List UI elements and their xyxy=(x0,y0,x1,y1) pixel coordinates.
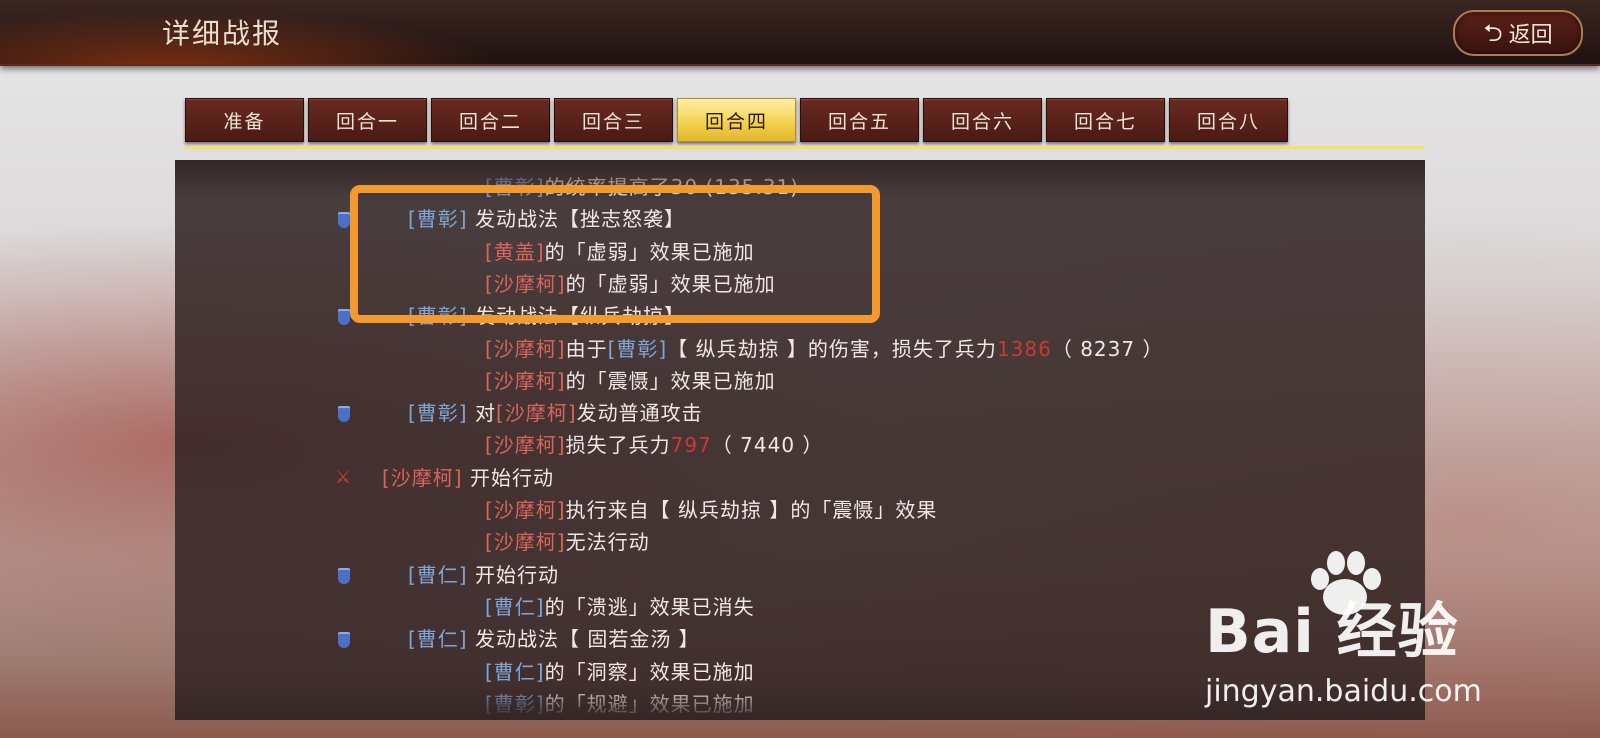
log-text: 发动战法【纵兵劫掠】 xyxy=(467,304,685,329)
log-text: 对 xyxy=(467,401,496,426)
back-arrow-icon: ⮌ xyxy=(1483,19,1503,47)
troop-loss-number: 1386 xyxy=(996,336,1052,361)
unit-name: [黄盖] xyxy=(485,239,545,264)
log-text: 的「虚弱」效果已施加 xyxy=(544,239,755,264)
tab-round-1[interactable]: 回合一 xyxy=(308,98,427,142)
baidu-watermark: Bai 经验 jingyan.baidu.com xyxy=(1205,551,1595,709)
unit-name: [沙摩柯] xyxy=(495,401,577,426)
unit-name: [曹彰] xyxy=(408,207,468,232)
unit-name: [曹仁] xyxy=(485,659,545,684)
unit-name: [曹彰] xyxy=(485,691,545,716)
log-line: [沙摩柯]的「虚弱」效果已施加 xyxy=(485,269,776,299)
log-line: [曹仁]的「溃逃」效果已消失 xyxy=(485,592,755,622)
log-text: 发动战法【 固若金汤 】 xyxy=(467,627,700,652)
log-line: [曹彰] 发动战法【纵兵劫掠】 xyxy=(408,301,685,331)
tab-round-2[interactable]: 回合二 xyxy=(431,98,550,142)
round-tabs: 准备 回合一 回合二 回合三 回合四 回合五 回合六 回合七 回合八 xyxy=(185,98,1288,144)
watermark-logo: Bai 经验 xyxy=(1205,597,1459,667)
log-text: （ 7440 ） xyxy=(711,433,824,458)
log-line: [黄盖]的「虚弱」效果已施加 xyxy=(485,237,755,267)
unit-name: [沙摩柯] xyxy=(485,368,566,393)
log-text: （ 8237 ） xyxy=(1051,336,1164,361)
log-line: [曹仁]的「洞察」效果已施加 xyxy=(485,657,755,687)
unit-name: [沙摩柯] xyxy=(485,498,566,522)
unit-name: [曹仁] xyxy=(485,594,545,619)
log-text: 的统率提高了30 (135.31) xyxy=(544,175,800,199)
unit-name: [曹彰] xyxy=(607,336,668,361)
ally-shield-icon xyxy=(338,309,350,326)
ally-shield-icon xyxy=(338,567,350,584)
log-text: 损失了兵力 xyxy=(565,433,671,458)
log-line: [曹仁] 发动战法【 固若金汤 】 xyxy=(408,624,700,654)
back-button-label: 返回 xyxy=(1508,23,1553,48)
unit-name: [沙摩柯] xyxy=(485,433,566,458)
unit-name: [曹彰] xyxy=(485,175,545,199)
unit-name: [沙摩柯] xyxy=(382,465,463,490)
log-fade-top xyxy=(175,160,1425,200)
unit-name: [沙摩柯] xyxy=(485,336,566,361)
log-text: 【 纵兵劫掠 】的伤害，损失了兵力 xyxy=(667,336,997,361)
enemy-crossed-swords-icon: ⚔ xyxy=(335,466,352,488)
log-text: 的「溃逃」效果已消失 xyxy=(544,594,755,619)
ally-shield-icon xyxy=(338,212,350,229)
log-line: [曹仁] 开始行动 xyxy=(408,560,559,590)
page-title: 详细战报 xyxy=(162,17,283,50)
tab-round-7[interactable]: 回合七 xyxy=(1046,98,1165,142)
unit-name: [曹仁] xyxy=(408,562,468,587)
log-line: [沙摩柯]由于[曹彰]【 纵兵劫掠 】的伤害，损失了兵力1386（ 8237 ） xyxy=(485,334,1163,364)
unit-name: [曹彰] xyxy=(408,304,468,329)
log-text: 开始行动 xyxy=(462,465,554,490)
log-text: 发动战法【挫志怒袭】 xyxy=(467,207,685,232)
top-bar: 详细战报 ⮌ 返回 xyxy=(0,0,1600,66)
log-text: 由于 xyxy=(565,336,608,361)
log-line: [沙摩柯]损失了兵力797（ 7440 ） xyxy=(485,430,823,460)
troop-loss-number: 797 xyxy=(670,433,712,458)
log-line: [沙摩柯]执行来自【 纵兵劫掠 】的「震慑」效果 xyxy=(485,495,937,525)
ally-shield-icon xyxy=(338,632,350,649)
back-button[interactable]: ⮌ 返回 xyxy=(1453,10,1583,56)
log-text: 开始行动 xyxy=(467,562,559,587)
tab-round-8[interactable]: 回合八 xyxy=(1169,98,1288,142)
tab-round-4[interactable]: 回合四 xyxy=(677,98,796,142)
log-text: 的「洞察」效果已施加 xyxy=(544,659,755,684)
log-line: [沙摩柯]无法行动 xyxy=(485,527,650,557)
log-text: 执行来自【 纵兵劫掠 】的「震慑」效果 xyxy=(565,498,938,522)
unit-name: [曹仁] xyxy=(408,627,468,652)
log-text: 无法行动 xyxy=(565,530,650,555)
log-line: [曹彰] 发动战法【挫志怒袭】 xyxy=(408,204,685,234)
log-text: 的「虚弱」效果已施加 xyxy=(565,271,776,296)
log-line: [沙摩柯] 开始行动 xyxy=(382,463,554,493)
log-text: 发动普通攻击 xyxy=(576,401,703,426)
watermark-url: jingyan.baidu.com xyxy=(1205,674,1482,709)
log-line: [曹彰]的统率提高了30 (135.31) xyxy=(485,172,799,202)
tab-round-6[interactable]: 回合六 xyxy=(923,98,1042,142)
tab-round-5[interactable]: 回合五 xyxy=(800,98,919,142)
log-text: 的「震慑」效果已施加 xyxy=(565,368,776,393)
ally-shield-icon xyxy=(338,406,350,423)
unit-name: [曹彰] xyxy=(408,401,468,426)
log-line: [沙摩柯]的「震慑」效果已施加 xyxy=(485,366,776,396)
log-text: 的「规避」效果已施加 xyxy=(544,691,755,716)
log-line: [曹彰] 对[沙摩柯]发动普通攻击 xyxy=(408,398,703,428)
tab-round-3[interactable]: 回合三 xyxy=(554,98,673,142)
unit-name: [沙摩柯] xyxy=(485,271,566,296)
tab-prepare[interactable]: 准备 xyxy=(185,98,304,142)
unit-name: [沙摩柯] xyxy=(485,530,566,555)
tab-underline xyxy=(185,146,1425,149)
log-line: [曹彰]的「规避」效果已施加 xyxy=(485,689,755,719)
